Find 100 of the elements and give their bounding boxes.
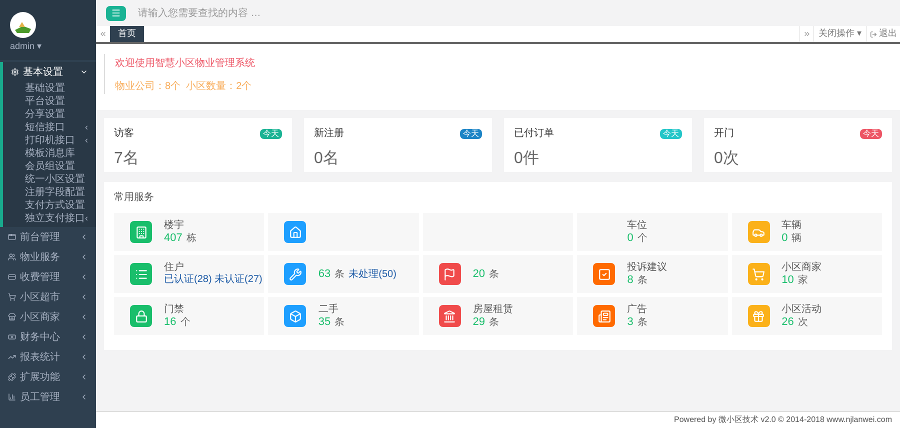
service-tile[interactable]: 住户 已认证(28) 未认证(27) [114, 255, 264, 293]
chevron-icon [80, 373, 88, 381]
chevron-icon [80, 333, 88, 341]
chevron-icon [80, 68, 88, 76]
user-menu[interactable]: admin ▾ [10, 40, 42, 54]
tile-count: 29 [472, 316, 486, 328]
period-badge: 今天 [860, 128, 882, 138]
tile-label: 投诉建议 [627, 262, 668, 274]
sidebar-subitem[interactable]: 会员组设置 [3, 160, 96, 173]
sidebar-item[interactable]: 收费管理 [0, 267, 96, 287]
service-tile[interactable]: 车辆 0 辆 [732, 213, 882, 251]
tile-unit: 条 [334, 316, 345, 328]
logout-button[interactable]: 退出 [866, 26, 900, 42]
chevron-icon [80, 293, 88, 301]
bar-chart-icon [8, 393, 16, 401]
service-tile[interactable] [268, 213, 419, 251]
tile-count: 8 [627, 274, 634, 286]
service-tile[interactable]: 20 条 [422, 255, 574, 293]
close-tabs-button[interactable]: 关闭操作 ▾ [813, 26, 866, 42]
period-badge: 今天 [660, 128, 682, 138]
tile-label: 车位 [627, 220, 648, 232]
sidebar-subitem[interactable]: 模板消息库 [3, 147, 96, 160]
sidebar-item[interactable]: 小区超市 [0, 287, 96, 307]
logo [10, 12, 36, 38]
service-tile[interactable]: 广告 3 条 [577, 297, 728, 335]
tile-unit: 条 [637, 316, 648, 328]
tile-unit: 条 [637, 274, 648, 286]
sidebar-item[interactable]: 物业服务 [0, 247, 96, 267]
chevron-icon [80, 273, 88, 281]
tile-label: 房屋租赁 [472, 304, 513, 316]
tile-label: 广告 [627, 304, 648, 316]
double-chevron-left-icon [99, 30, 107, 38]
search-field[interactable]: 请输入您需要查找的内容 … [138, 6, 398, 20]
sidebar-subitem[interactable]: 平台设置 [3, 95, 96, 108]
tile-label: 楼宇 [164, 220, 185, 232]
tile-note: 已认证(28) 未认证(27) [164, 274, 262, 286]
menu-icon [111, 8, 121, 18]
store-icon [8, 313, 16, 321]
chevron-icon [80, 353, 88, 361]
sidebar-subitem[interactable]: 统一小区设置 [3, 173, 96, 186]
sidebar-subitem[interactable]: 独立支付接口‹ [3, 212, 96, 225]
sidebar-item[interactable]: 小区商家 [0, 307, 96, 327]
tile-unit: 条 [334, 268, 345, 280]
tile-count: 26 [782, 316, 794, 328]
service-tile[interactable]: 小区活动 26 次 [732, 297, 882, 335]
service-tile[interactable]: 车位 0 个 [577, 213, 728, 251]
chevron-icon [80, 313, 88, 321]
tile-label: 小区商家 [782, 262, 822, 274]
menu-button[interactable] [106, 6, 126, 20]
tile-unit: 个 [637, 232, 648, 244]
sidebar-subitem[interactable]: 支付方式设置 [3, 199, 96, 212]
service-tile[interactable]: 楼宇 407 栋 [114, 213, 264, 251]
panel-title: 常用服务 [114, 190, 155, 205]
stat-label: 开门 [714, 126, 734, 141]
tile-count: 3 [627, 316, 634, 328]
stat-label: 访客 [114, 126, 134, 141]
service-tile[interactable]: 二手 35 条 [268, 297, 419, 335]
service-tile[interactable]: 门禁 16 个 [114, 297, 264, 335]
chevron-icon [80, 233, 88, 241]
service-tile[interactable]: 小区商家 10 家 [732, 255, 882, 293]
period-badge: 今天 [260, 128, 282, 138]
window-icon [8, 233, 16, 241]
sidebar-item[interactable]: 扩展功能 [0, 367, 96, 387]
tile-unit: 条 [489, 268, 500, 280]
stat-value: 7名 [114, 149, 140, 169]
cart-icon [8, 293, 16, 301]
tile-unit: 家 [798, 274, 808, 286]
tile-count: 0 [627, 232, 634, 244]
period-badge: 今天 [460, 128, 482, 138]
double-chevron-right-icon [802, 30, 811, 38]
stat-value: 0件 [514, 149, 540, 169]
sidebar-item[interactable]: 财务中心 [0, 327, 96, 347]
service-tile[interactable]: 房屋租赁 29 条 [422, 297, 574, 335]
sidebar-subitem[interactable]: 打印机接口 ‹ [3, 134, 96, 147]
tile-unit: 栋 [186, 232, 196, 244]
welcome-title: 欢迎使用智慧小区物业管理系统 [115, 56, 256, 71]
gear-icon [11, 68, 19, 76]
sidebar-item[interactable]: 员工管理 [0, 387, 96, 407]
stat-label: 新注册 [314, 126, 344, 141]
tile-unit: 次 [798, 316, 808, 328]
users-icon [8, 253, 16, 261]
page-tab[interactable]: 首页 [110, 26, 144, 42]
stat-label: 已付订单 [514, 126, 554, 141]
sidebar-subitem[interactable]: 注册字段配置 [3, 186, 96, 199]
sidebar-item[interactable]: 报表统计 [0, 347, 96, 367]
footer-text: Powered by 微小区技术 v2.0 © 2014-2018 www.njlanwei.com [674, 414, 892, 426]
sidebar-item[interactable]: 基本设置 [3, 62, 96, 82]
chevron-icon [80, 393, 88, 401]
sidebar-subitem[interactable]: 基础设置 [3, 82, 96, 95]
tile-label: 二手 [318, 304, 340, 316]
tile-count: 0 [782, 232, 788, 244]
service-tile[interactable]: 投诉建议 8 条 [577, 255, 728, 293]
sidebar-subitem[interactable]: 分享设置 [3, 108, 96, 121]
sidebar-item[interactable]: 前台管理 [0, 227, 96, 247]
trend-icon [8, 353, 16, 361]
tile-count: 16 [164, 316, 176, 328]
sidebar-subitem[interactable]: 短信接口 ‹ [3, 121, 96, 134]
welcome-info: 物业公司：8个 小区数量：2个 [115, 80, 253, 94]
service-tile[interactable]: 63 条 未处理(50) [268, 255, 419, 293]
tile-count: 20 [472, 268, 486, 280]
